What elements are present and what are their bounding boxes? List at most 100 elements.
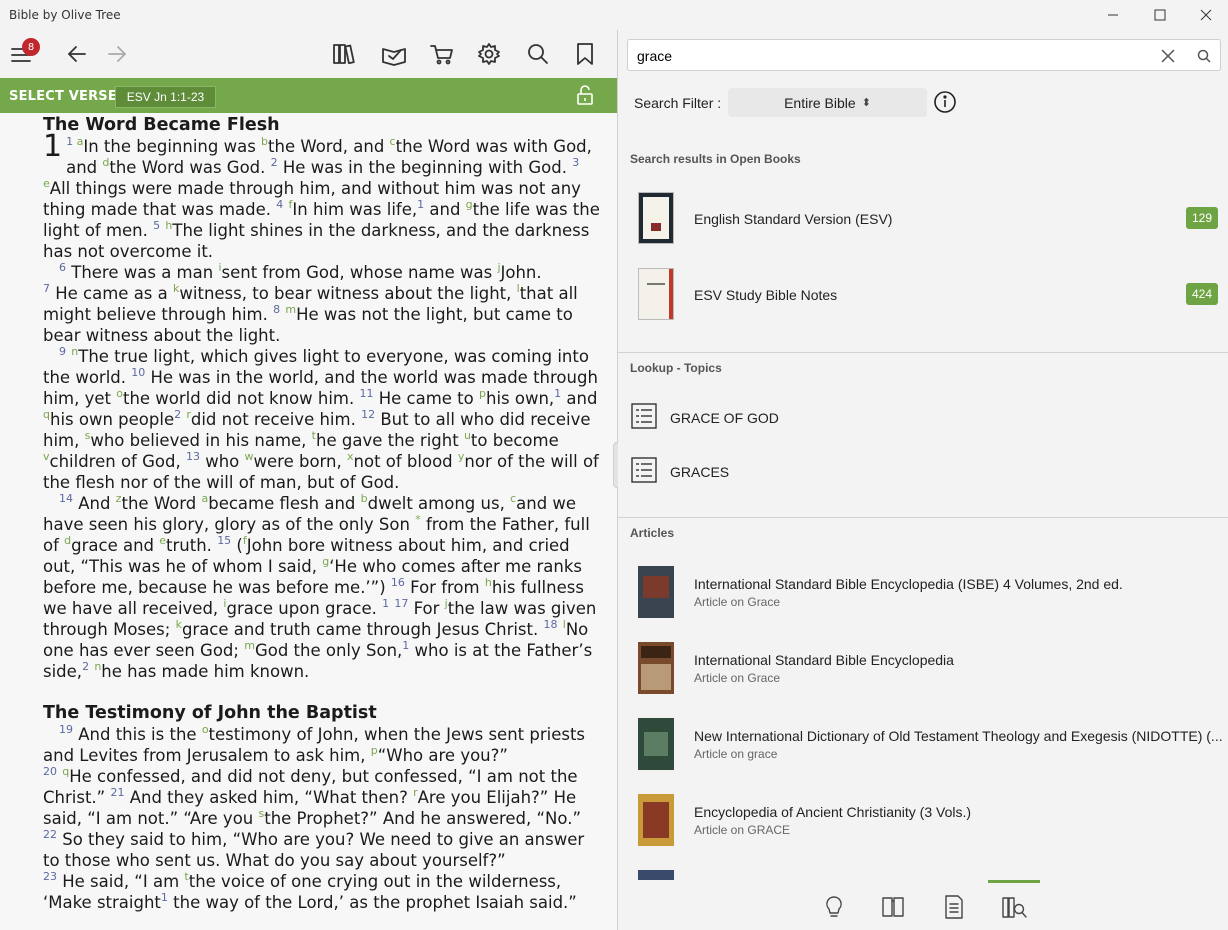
bookmark-icon — [577, 43, 593, 65]
partial-cover — [638, 870, 674, 880]
result-count-badge: 129 — [1185, 207, 1218, 229]
esv-cover — [638, 192, 674, 244]
back-button[interactable] — [63, 40, 91, 68]
info-button[interactable] — [933, 90, 957, 114]
search-filter-label: Search Filter : — [634, 95, 722, 111]
main-toolbar: 8 — [0, 30, 617, 78]
article-result[interactable]: International Standard Bible Encyclopedi… — [618, 566, 1228, 632]
article-subtitle: Article on GRACE — [694, 823, 791, 837]
section-heading: The Word Became Flesh — [43, 115, 280, 135]
close-window-button[interactable] — [1183, 0, 1228, 30]
library-button[interactable] — [331, 40, 359, 68]
nidotte-cover — [638, 718, 674, 770]
arrow-left-icon — [68, 46, 86, 62]
select-verse-label[interactable]: SELECT VERSE — [9, 89, 117, 104]
document-icon — [945, 895, 963, 919]
verse-7: 7 He came as a kwitness, to bear witness… — [43, 282, 578, 345]
esv-study-notes-cover — [638, 268, 674, 320]
lock-button[interactable] — [574, 84, 596, 106]
search-box — [627, 39, 1221, 71]
tab-notes[interactable] — [940, 893, 968, 921]
isbe-cover — [638, 642, 674, 694]
book-result-esv[interactable]: English Standard Version (ESV) 129 — [618, 186, 1228, 252]
window-title: Bible by Olive Tree — [9, 8, 121, 22]
topic-name: GRACE OF GOD — [670, 410, 779, 426]
result-count-badge: 424 — [1185, 283, 1218, 305]
search-filter-select[interactable]: Entire Bible ⬍ — [728, 88, 927, 117]
isbe-4vol-cover — [638, 566, 674, 618]
active-tab-indicator — [988, 880, 1040, 883]
arrow-right-icon — [108, 46, 126, 62]
minimize-button[interactable] — [1090, 0, 1136, 30]
open-books-header: Search results in Open Books — [630, 152, 801, 166]
close-icon — [1200, 9, 1212, 21]
info-icon — [934, 91, 956, 113]
maximize-icon — [1154, 9, 1166, 21]
topic-graces[interactable]: GRACES — [618, 449, 1228, 493]
select-verse-bar: SELECT VERSE ESV Jn 1:1-23 — [0, 78, 617, 113]
verses-19-23: 19 And this is the otestimony of John, w… — [43, 723, 586, 765]
library-search-icon — [1002, 897, 1027, 918]
book-name: English Standard Version (ESV) — [694, 211, 893, 227]
article-title: International Standard Bible Encyclopedi… — [694, 576, 1123, 592]
topic-name: GRACES — [670, 464, 730, 480]
search-submit-button[interactable] — [1196, 48, 1212, 64]
verse-20: 20 qHe confessed, and did not deny, but … — [43, 765, 581, 828]
reader-pane: 8 SELECT VERSE ESV Jn 1:1-23 The Word Be… — [0, 30, 617, 930]
topic-list-icon — [631, 403, 657, 429]
book-name: ESV Study Bible Notes — [694, 287, 838, 303]
article-title: Encyclopedia of Ancient Christianity (3 … — [694, 804, 972, 820]
scripture-text: The Word Became Flesh 11 aIn the beginni… — [43, 115, 603, 913]
tab-insights[interactable] — [820, 893, 848, 921]
search-filter-value: Entire Bible — [784, 94, 856, 111]
open-book-icon — [882, 897, 904, 917]
search-input[interactable] — [637, 46, 1137, 66]
verses-1-13: 11 aIn the beginning was bthe Word, and … — [43, 129, 600, 262]
article-result[interactable]: New International Dictionary of Old Test… — [618, 718, 1228, 784]
gear-icon — [478, 43, 500, 65]
store-button[interactable] — [428, 40, 456, 68]
ancient-christianity-cover — [638, 794, 674, 846]
library-books-icon — [333, 44, 355, 65]
search-button[interactable] — [524, 40, 552, 68]
divider — [618, 352, 1228, 353]
reading-plan-icon — [382, 48, 406, 66]
search-icon — [528, 44, 548, 64]
notification-badge: 8 — [22, 38, 40, 56]
settings-button[interactable] — [475, 40, 503, 68]
articles-header: Articles — [630, 526, 675, 540]
verse-22: 22 So they said to him, “Who are you? We… — [43, 828, 585, 870]
minimize-icon — [1108, 14, 1118, 16]
topics-header: Lookup - Topics — [630, 361, 722, 375]
forward-button[interactable] — [103, 40, 131, 68]
lightbulb-icon — [826, 896, 842, 917]
chevron-up-down-icon: ⬍ — [861, 97, 871, 109]
topic-grace-of-god[interactable]: GRACE OF GOD — [618, 395, 1228, 439]
verses-14-18: 14 And zthe Word abecame flesh and bdwel… — [43, 492, 597, 681]
section-heading-2: The Testimony of John the Baptist — [43, 703, 377, 723]
unlock-icon — [577, 85, 593, 105]
close-icon — [1161, 49, 1175, 63]
maximize-button[interactable] — [1137, 0, 1183, 30]
verse-23: 23 He said, “I am tthe voice of one cryi… — [43, 870, 577, 912]
book-result-esv-study-notes[interactable]: ESV Study Bible Notes 424 — [618, 262, 1228, 328]
tab-resources[interactable] — [880, 893, 908, 921]
reading-plan-button[interactable] — [380, 40, 408, 68]
bookmark-button[interactable] — [571, 40, 599, 68]
article-title: New International Dictionary of Old Test… — [694, 728, 1223, 744]
article-result[interactable]: Encyclopedia of Ancient Christianity (3 … — [618, 794, 1228, 860]
article-title: International Standard Bible Encyclopedi… — [694, 652, 954, 668]
divider — [618, 517, 1228, 518]
clear-search-button[interactable] — [1159, 47, 1177, 65]
article-result[interactable]: International Standard Bible Encyclopedi… — [618, 642, 1228, 708]
bottom-tab-bar — [618, 880, 1228, 930]
verse-reference[interactable]: ESV Jn 1:1-23 — [115, 86, 216, 108]
article-subtitle: Article on Grace — [694, 671, 781, 685]
verses-6-8: 6 There was a man isent from God, whose … — [59, 261, 542, 282]
verses-9-13: 9 nThe true light, which gives light to … — [43, 345, 599, 492]
search-pane: Search Filter : Entire Bible ⬍ Search re… — [618, 30, 1228, 930]
cart-icon — [430, 45, 453, 65]
tab-search-library[interactable] — [1000, 893, 1028, 921]
topic-list-icon — [631, 457, 657, 483]
article-subtitle: Article on Grace — [694, 595, 781, 609]
